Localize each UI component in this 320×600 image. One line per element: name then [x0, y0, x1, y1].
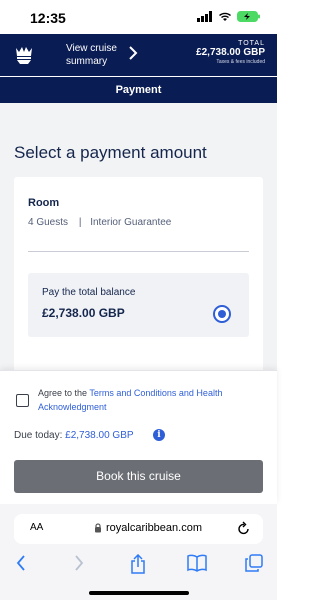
room-card: Room 4 Guests | Interior Guarantee Pay t…	[14, 177, 263, 377]
room-details: 4 Guests | Interior Guarantee	[28, 217, 171, 228]
reload-icon[interactable]	[237, 520, 251, 536]
chevron-right-icon[interactable]	[128, 46, 138, 60]
due-today: Due today: £2,738.00 GBP	[14, 430, 134, 441]
due-amount: £2,738.00 GBP	[65, 430, 134, 441]
main-content: Select a payment amount Room 4 Guests | …	[0, 103, 277, 377]
checkout-panel: Agree to the Terms and Conditions and He…	[0, 370, 277, 504]
status-icons	[197, 11, 261, 22]
terms-agreement-text: Agree to the Terms and Conditions and He…	[38, 386, 260, 414]
page-subheader: Payment	[0, 77, 277, 103]
payment-option-label: Pay the total balance	[42, 287, 136, 298]
back-icon[interactable]	[16, 554, 26, 572]
home-indicator	[89, 591, 189, 595]
room-guests: 4 Guests	[28, 217, 69, 228]
room-title: Room	[28, 197, 60, 209]
payment-option-amount: £2,738.00 GBP	[42, 306, 125, 320]
url-text: royalcaribbean.com	[106, 522, 202, 534]
signal-icon	[197, 11, 212, 22]
header-bar: View cruise summary TOTAL £2,738.00 GBP …	[0, 34, 277, 76]
bookmarks-icon[interactable]	[187, 554, 207, 572]
terms-checkbox[interactable]	[16, 394, 29, 407]
tabs-icon[interactable]	[245, 554, 263, 572]
status-bar: 12:35	[0, 0, 277, 34]
royal-caribbean-logo[interactable]	[12, 43, 36, 67]
reader-settings-button[interactable]: AA	[30, 522, 43, 533]
divider	[28, 251, 249, 252]
address-bar[interactable]: AA royalcaribbean.com	[14, 514, 263, 544]
browser-chrome: AA royalcaribbean.com	[0, 504, 277, 600]
room-cabin-type: Interior Guarantee	[90, 217, 172, 228]
agree-prefix: Agree to the	[38, 388, 90, 398]
payment-option-total[interactable]: Pay the total balance £2,738.00 GBP	[28, 273, 249, 337]
status-time: 12:35	[30, 10, 66, 26]
share-icon[interactable]	[130, 554, 146, 574]
total-label: TOTAL	[238, 40, 265, 47]
battery-icon	[237, 11, 260, 22]
view-cruise-summary-link[interactable]: View cruise summary	[66, 42, 126, 68]
book-cruise-button[interactable]: Book this cruise	[14, 460, 263, 493]
total-amount: £2,738.00 GBP	[196, 47, 265, 58]
page-title: Select a payment amount	[14, 143, 207, 162]
info-icon[interactable]: i	[153, 429, 165, 441]
radio-selected-icon[interactable]	[213, 305, 231, 323]
room-separator: |	[78, 217, 82, 228]
total-price-block: TOTAL £2,738.00 GBP Taxes & fees include…	[196, 40, 265, 65]
url-display[interactable]: royalcaribbean.com	[94, 522, 202, 534]
browser-toolbar	[0, 552, 277, 576]
due-label: Due today:	[14, 430, 66, 441]
wifi-icon	[219, 12, 231, 21]
lock-icon	[95, 523, 101, 533]
total-note: Taxes & fees included	[216, 59, 265, 65]
forward-icon[interactable]	[74, 554, 84, 572]
